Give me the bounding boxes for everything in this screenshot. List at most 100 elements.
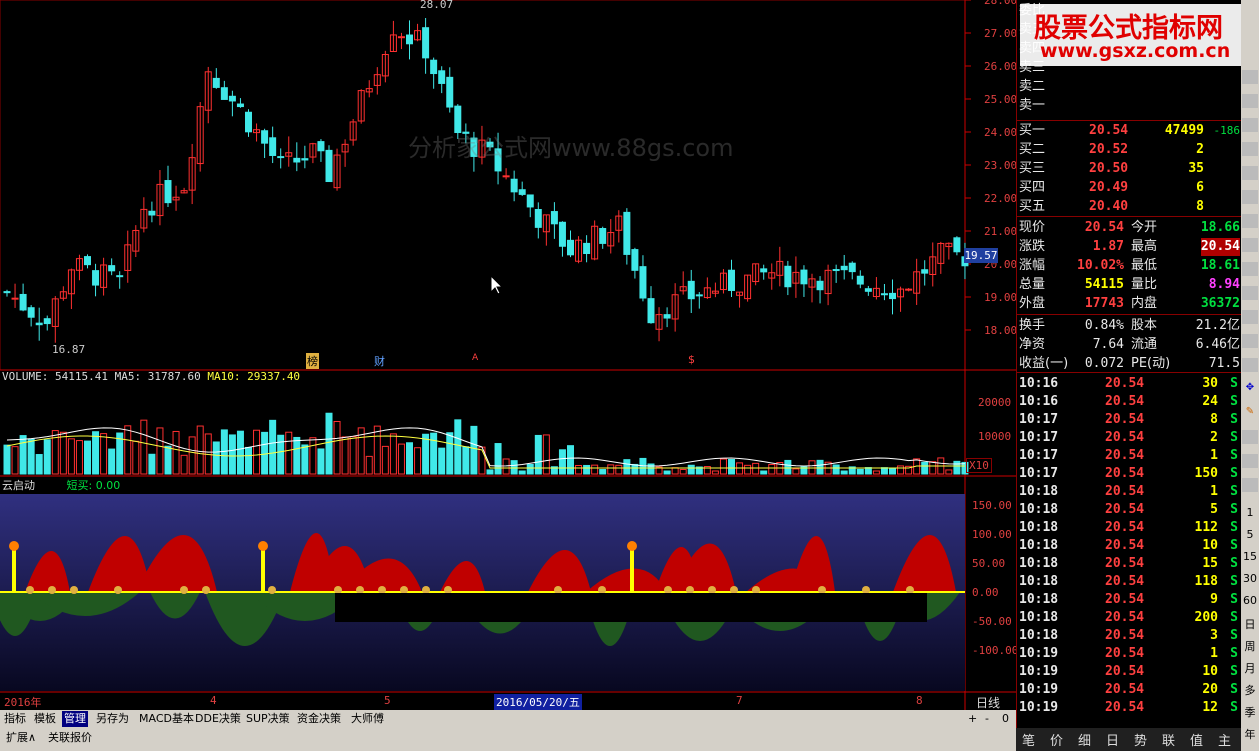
tab-sup-decision[interactable]: SUP决策	[244, 711, 292, 727]
volume-bar	[140, 419, 148, 475]
tick-row[interactable]: 10:19 20.54 1 S	[1017, 645, 1242, 663]
tick-row[interactable]: 10:18 20.54 200 S	[1017, 609, 1242, 627]
volume-bar	[349, 436, 357, 475]
toolbar-icon[interactable]	[1242, 310, 1258, 324]
toolbar-icon[interactable]	[1242, 262, 1258, 276]
tick-row[interactable]: 10:17 20.54 150 S	[1017, 465, 1242, 483]
candle-body	[880, 293, 888, 296]
side-toolbar: ✥ ✎ 1 5 15 30 60 日周月多季年	[1241, 0, 1259, 751]
stats-row: 净资 7.64 流通 6.46亿	[1017, 336, 1242, 354]
period-button[interactable]: 30	[1242, 572, 1258, 585]
tick-row[interactable]: 10:17 20.54 8 S	[1017, 411, 1242, 429]
period-button[interactable]: 月	[1242, 660, 1258, 676]
tick-row[interactable]: 10:17 20.54 2 S	[1017, 429, 1242, 447]
period-button[interactable]: 5	[1242, 528, 1258, 541]
tick-row[interactable]: 10:19 20.54 20 S	[1017, 681, 1242, 699]
reset-button[interactable]: 0	[1000, 711, 1011, 727]
tick-row[interactable]: 10:19 20.54 12 S	[1017, 699, 1242, 717]
toolbar-icon[interactable]	[1242, 94, 1258, 108]
toolbar-icon[interactable]	[1242, 478, 1258, 492]
period-button[interactable]: 周	[1242, 638, 1258, 654]
panel-tab[interactable]: 价	[1050, 730, 1063, 749]
panel-tab[interactable]: 势	[1134, 730, 1147, 749]
volume-bar	[768, 464, 776, 475]
toolbar-icon[interactable]	[1242, 214, 1258, 228]
event-label-dollar[interactable]: $	[688, 353, 695, 366]
volume-bar	[75, 440, 83, 475]
panel-tab[interactable]: 日	[1106, 730, 1119, 749]
toolbar-icon[interactable]	[1242, 358, 1258, 372]
tick-row[interactable]: 10:18 20.54 15 S	[1017, 555, 1242, 573]
kline-chart-canvas[interactable]	[0, 0, 1016, 712]
buy-row[interactable]: 买五 20.40 8	[1017, 198, 1242, 216]
tab-save-as[interactable]: 另存为	[94, 711, 131, 727]
indicator-axis-label: -100.00	[972, 644, 1019, 657]
period-button[interactable]: 多	[1242, 682, 1258, 698]
toolbar-icon[interactable]	[1242, 454, 1258, 468]
panel-tab[interactable]: 主	[1218, 730, 1231, 749]
event-label-a[interactable]: A	[472, 353, 478, 363]
tick-row[interactable]: 10:16 20.54 30 S	[1017, 375, 1242, 393]
tab-master[interactable]: 大师傅	[349, 711, 386, 727]
event-label-finance[interactable]: 财	[374, 353, 385, 369]
buy-row[interactable]: 买四 20.49 6	[1017, 179, 1242, 197]
tab-macd-basic[interactable]: MACD基本	[137, 711, 196, 727]
buy-row[interactable]: 买三 20.50 35	[1017, 160, 1242, 178]
tick-row[interactable]: 10:18 20.54 1 S	[1017, 483, 1242, 501]
toolbar-icon[interactable]	[1242, 118, 1258, 132]
toolbar-icon[interactable]	[1242, 190, 1258, 204]
tab-template[interactable]: 模板	[32, 711, 58, 727]
zoom-in-button[interactable]: +	[966, 711, 979, 727]
toolbar-icon[interactable]	[1242, 142, 1258, 156]
panel-tab[interactable]: 值	[1190, 730, 1203, 749]
tick-row[interactable]: 10:18 20.54 3 S	[1017, 627, 1242, 645]
tick-row[interactable]: 10:18 20.54 5 S	[1017, 501, 1242, 519]
panel-tab[interactable]: 笔	[1022, 730, 1035, 749]
tick-row[interactable]: 10:17 20.54 1 S	[1017, 447, 1242, 465]
period-button[interactable]: 60	[1242, 594, 1258, 607]
buy-volume: 35	[1188, 161, 1204, 176]
panel-tab[interactable]: 细	[1078, 730, 1091, 749]
related-quotes-button[interactable]: 关联报价	[46, 730, 94, 746]
buy-row[interactable]: 买二 20.52 2	[1017, 141, 1242, 159]
period-button[interactable]: 季	[1242, 704, 1258, 720]
period-button[interactable]: 15	[1242, 550, 1258, 563]
toolbar-icon[interactable]	[1242, 430, 1258, 444]
panel-tab[interactable]: 联	[1162, 730, 1175, 749]
tick-row[interactable]: 10:18 20.54 118 S	[1017, 573, 1242, 591]
move-icon[interactable]: ✥	[1242, 382, 1258, 396]
period-label[interactable]: 日线	[976, 694, 1000, 711]
period-button[interactable]: 年	[1242, 726, 1258, 742]
zoom-out-button[interactable]: -	[983, 711, 991, 727]
toolbar-icon[interactable]	[1242, 70, 1258, 84]
tick-row[interactable]: 10:19 20.54 10 S	[1017, 663, 1242, 681]
stats-label: 股本	[1131, 318, 1158, 333]
tick-price: 20.54	[1105, 646, 1145, 661]
toolbar-icon[interactable]	[1242, 166, 1258, 180]
tick-row[interactable]: 10:18 20.54 10 S	[1017, 537, 1242, 555]
period-button[interactable]: 日	[1242, 616, 1258, 632]
tick-row[interactable]: 10:18 20.54 9 S	[1017, 591, 1242, 609]
tick-price: 20.54	[1105, 502, 1145, 517]
tab-manage[interactable]: 管理	[62, 711, 88, 727]
hand-marker	[48, 586, 56, 594]
event-label-rank[interactable]: 榜	[306, 353, 319, 369]
tick-row[interactable]: 10:18 20.54 112 S	[1017, 519, 1242, 537]
buy-row[interactable]: 买一 20.54 47499 -186	[1017, 122, 1242, 140]
chart-area[interactable]: 28.00 27.00 26.00 25.00 24.00 23.00 22.00 21.00…	[0, 0, 1019, 712]
period-button[interactable]: 1	[1242, 506, 1258, 519]
tab-indicator[interactable]: 指标	[2, 711, 28, 727]
tab-dde-decision[interactable]: DDE决策	[193, 711, 243, 727]
draw-icon[interactable]: ✎	[1242, 406, 1258, 420]
toolbar-icon[interactable]	[1242, 238, 1258, 252]
volume-bar	[760, 470, 768, 475]
buy-volume: 47499	[1164, 123, 1204, 138]
tab-fund-decision[interactable]: 资金决策	[295, 711, 343, 727]
toolbar-icon[interactable]	[1242, 334, 1258, 348]
candle-body	[832, 269, 840, 272]
indicator-axis-label: 0.00	[972, 586, 999, 599]
expand-button[interactable]: 扩展∧	[4, 730, 38, 746]
tick-row[interactable]: 10:16 20.54 24 S	[1017, 393, 1242, 411]
tick-price: 20.54	[1105, 466, 1145, 481]
toolbar-icon[interactable]	[1242, 286, 1258, 300]
